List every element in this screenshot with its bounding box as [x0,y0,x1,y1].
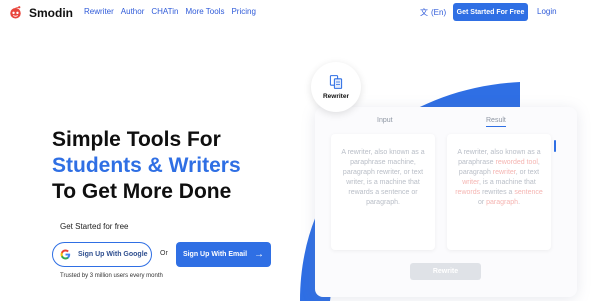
brand-logo[interactable]: Smodin [8,5,73,20]
result-text: . [518,199,521,206]
result-highlight: reworded tool [495,159,538,166]
result-text: or [477,199,487,206]
trusted-text: Trusted by 3 million users every month [60,273,163,279]
google-icon [60,249,71,260]
hero-title-line3: To Get More Done [52,180,232,203]
nav-link-pricing[interactable]: Pricing [231,7,255,16]
result-highlight: rewriter [492,169,516,176]
google-signup-label: Sign Up With Google [78,251,148,258]
input-panel[interactable]: A rewriter, also known as a paraphrase m… [331,134,435,250]
google-signup-button[interactable]: Sign Up With Google [52,242,152,267]
translate-icon: 文 [420,8,428,17]
arrow-right-icon: → [254,248,265,260]
badge-label: Rewriter [322,93,349,100]
result-highlight: sentence [514,189,543,196]
brand-name: Smodin [29,5,73,20]
result-scrollbar[interactable] [554,140,556,152]
nav-link-author[interactable]: Author [121,7,145,16]
hero-title-line1: Simple Tools For [52,128,221,151]
result-highlight: paragraph [486,199,519,206]
email-signup-label: Sign Up With Email [182,251,248,258]
smodin-logo-icon [10,6,21,19]
get-started-label: Get Started for free [60,222,129,231]
language-selector[interactable]: 文 (En) [420,7,446,18]
nav-link-rewriter[interactable]: Rewriter [84,7,114,16]
result-text: , is a machine that [478,179,536,186]
language-label: (En) [431,8,447,17]
or-separator: Or [160,250,168,257]
nav-links: Rewriter Author CHATin More Tools Pricin… [84,7,256,16]
tab-result[interactable]: Result [486,117,506,127]
top-nav: Smodin Rewriter Author CHATin More Tools… [0,0,600,26]
hero-title: Simple Tools For Students & Writers To G… [52,127,312,205]
get-started-button[interactable]: Get Started For Free [453,3,528,21]
result-highlight: writer [462,179,479,186]
email-signup-button[interactable]: Sign Up With Email → [176,242,271,267]
tab-input[interactable]: Input [377,117,393,124]
rewrite-button[interactable]: Rewrite [410,263,481,280]
result-text: rewrites a [480,189,515,196]
nav-link-more-tools[interactable]: More Tools [185,7,224,16]
nav-link-chatin[interactable]: CHATin [151,7,178,16]
document-icon [329,75,343,89]
hero-title-line2: Students & Writers [52,154,241,177]
login-link[interactable]: Login [537,7,557,16]
result-text: , or text [515,169,540,176]
result-panel: A rewriter, also known as a paraphrase r… [447,134,551,250]
result-highlight: rewords [455,189,481,196]
rewriter-badge: Rewriter [311,62,361,112]
